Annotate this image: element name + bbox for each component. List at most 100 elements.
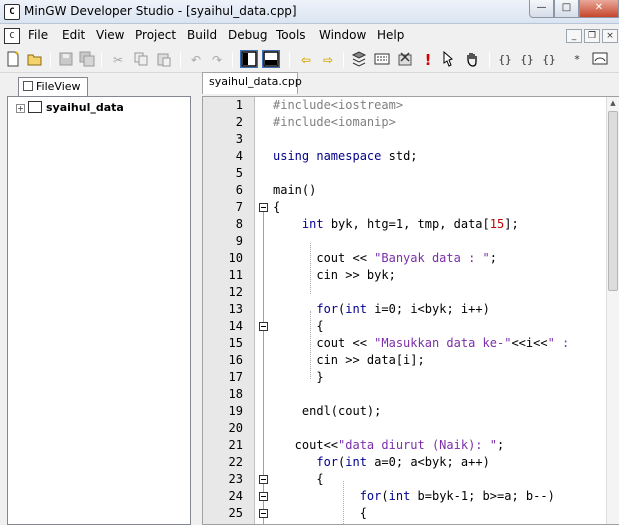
- code-line[interactable]: 7{: [203, 199, 619, 216]
- toolbar: ✂ ↶ ↷ ⇦ ⇨ ! {} {} {} *: [0, 47, 619, 84]
- workspace-panel: FileView + syaihul_data: [4, 73, 193, 525]
- line-number: 24: [228, 489, 243, 503]
- new-file-icon[interactable]: [4, 51, 22, 69]
- paste-icon[interactable]: [155, 51, 173, 69]
- menu-project[interactable]: Project: [135, 28, 176, 42]
- line-number: 18: [228, 387, 243, 401]
- code-line[interactable]: 21 cout<<"data diurut (Naik): ";: [203, 437, 619, 454]
- code-line[interactable]: 6 main(): [203, 182, 619, 199]
- quick-watch-icon[interactable]: [591, 51, 609, 69]
- cut-icon[interactable]: ✂: [109, 51, 127, 69]
- code-line[interactable]: 3: [203, 131, 619, 148]
- code-line[interactable]: 5: [203, 165, 619, 182]
- save-all-icon[interactable]: [78, 51, 96, 69]
- forward-arrow-icon[interactable]: ⇨: [319, 51, 337, 69]
- rebuild-icon[interactable]: [396, 51, 414, 69]
- code-line[interactable]: 10 cout << "Banyak data : ";: [203, 250, 619, 267]
- maximize-button[interactable]: □: [554, 0, 579, 18]
- vertical-scrollbar[interactable]: ▲: [606, 97, 619, 524]
- expand-icon[interactable]: +: [16, 104, 25, 113]
- line-number: 21: [228, 438, 243, 452]
- code-line[interactable]: 19 endl(cout);: [203, 403, 619, 420]
- back-arrow-icon[interactable]: ⇦: [297, 51, 315, 69]
- code-text: cin >> byk;: [273, 268, 396, 282]
- build-icon[interactable]: [373, 51, 391, 69]
- fold-collapse-icon[interactable]: [259, 492, 268, 501]
- debug-icon[interactable]: [439, 50, 457, 69]
- toolbar-separator: [343, 52, 344, 68]
- app-icon[interactable]: C: [4, 4, 20, 20]
- document-icon[interactable]: C: [4, 28, 20, 44]
- output-toggle-icon[interactable]: [262, 50, 280, 68]
- mdi-close-button[interactable]: ×: [602, 29, 618, 43]
- menu-tools[interactable]: Tools: [276, 28, 306, 42]
- scroll-thumb[interactable]: [608, 111, 618, 291]
- minimize-button[interactable]: —: [529, 0, 554, 18]
- execute-icon[interactable]: !: [419, 51, 437, 69]
- code-line[interactable]: 11 cin >> byk;: [203, 267, 619, 284]
- menu-file[interactable]: File: [28, 28, 48, 42]
- hand-stop-icon[interactable]: [463, 51, 481, 69]
- code-line[interactable]: 16 cin >> data[i];: [203, 352, 619, 369]
- compile-icon[interactable]: [350, 51, 368, 69]
- tab-source-file[interactable]: syaihul_data.cpp: [202, 72, 302, 94]
- mdi-restore-button[interactable]: ❐: [584, 29, 600, 43]
- editor-area: syaihul_data.cpp 1 #include<iostream> 2 #in…: [199, 72, 619, 525]
- code-line[interactable]: 17 }: [203, 369, 619, 386]
- save-icon[interactable]: [57, 51, 75, 69]
- workspace-toggle-icon[interactable]: [240, 50, 258, 68]
- code-line[interactable]: 12: [203, 284, 619, 301]
- redo-icon[interactable]: ↷: [208, 51, 226, 69]
- code-text: {: [273, 319, 324, 333]
- fold-collapse-icon[interactable]: [259, 203, 268, 212]
- step-out-icon[interactable]: {}: [540, 51, 558, 69]
- tree-item-project[interactable]: + syaihul_data: [16, 101, 124, 117]
- close-button[interactable]: ✕: [579, 0, 619, 18]
- fileview-tab-label: FileView: [36, 80, 81, 93]
- fileview-icon: [23, 81, 33, 91]
- code-text: #include<iostream>: [273, 98, 404, 112]
- step-over-icon[interactable]: {}: [518, 51, 536, 69]
- code-line[interactable]: 20: [203, 420, 619, 437]
- fold-collapse-icon[interactable]: [259, 322, 268, 331]
- code-line[interactable]: 18: [203, 386, 619, 403]
- code-editor[interactable]: 1 #include<iostream> 2 #include<iomanip> 3 4 u…: [202, 96, 619, 525]
- code-line[interactable]: 23 {: [203, 471, 619, 488]
- menu-build[interactable]: Build: [187, 28, 217, 42]
- toolbar-separator: [50, 52, 51, 68]
- code-line[interactable]: 22 for(int a=0; a<byk; a++): [203, 454, 619, 471]
- menu-edit[interactable]: Edit: [62, 28, 85, 42]
- scroll-up-icon[interactable]: ▲: [607, 97, 619, 110]
- step-into-icon[interactable]: {}: [496, 51, 514, 69]
- menu-debug[interactable]: Debug: [228, 28, 267, 42]
- toolbar-separator: [289, 52, 290, 68]
- copy-icon[interactable]: [132, 51, 150, 69]
- run-to-cursor-icon[interactable]: *{}: [568, 51, 586, 84]
- menu-help[interactable]: Help: [377, 28, 404, 42]
- code-text: cin >> data[i];: [273, 353, 425, 367]
- code-line[interactable]: 14 {: [203, 318, 619, 335]
- fold-collapse-icon[interactable]: [259, 509, 268, 518]
- code-line[interactable]: 25 {: [203, 505, 619, 522]
- toolbar-separator: [101, 52, 102, 68]
- code-line[interactable]: 1 #include<iostream>: [203, 97, 619, 114]
- code-line[interactable]: 9: [203, 233, 619, 250]
- menu-window[interactable]: Window: [319, 28, 366, 42]
- tab-fileview[interactable]: FileView: [18, 77, 88, 97]
- mdi-minimize-button[interactable]: _: [566, 29, 582, 43]
- undo-icon[interactable]: ↶: [187, 51, 205, 69]
- code-line[interactable]: 2 #include<iomanip>: [203, 114, 619, 131]
- file-tree: + syaihul_data: [7, 96, 191, 525]
- line-number: 5: [235, 166, 243, 180]
- code-line[interactable]: 4 using namespace std;: [203, 148, 619, 165]
- fold-collapse-icon[interactable]: [259, 475, 268, 484]
- menu-view[interactable]: View: [96, 28, 124, 42]
- code-line[interactable]: 8 int byk, htg=1, tmp, data[15];: [203, 216, 619, 233]
- code-line[interactable]: 15 cout << "Masukkan data ke-"<<i<<" :: [203, 335, 619, 352]
- code-line[interactable]: 24 for(int b=byk-1; b>=a; b--): [203, 488, 619, 505]
- code-text: endl(cout);: [273, 404, 382, 418]
- project-name: syaihul_data: [46, 101, 124, 114]
- open-folder-icon[interactable]: [26, 51, 44, 69]
- code-line[interactable]: 13 for(int i=0; i<byk; i++): [203, 301, 619, 318]
- code-text: for(int i=0; i<byk; i++): [316, 302, 490, 316]
